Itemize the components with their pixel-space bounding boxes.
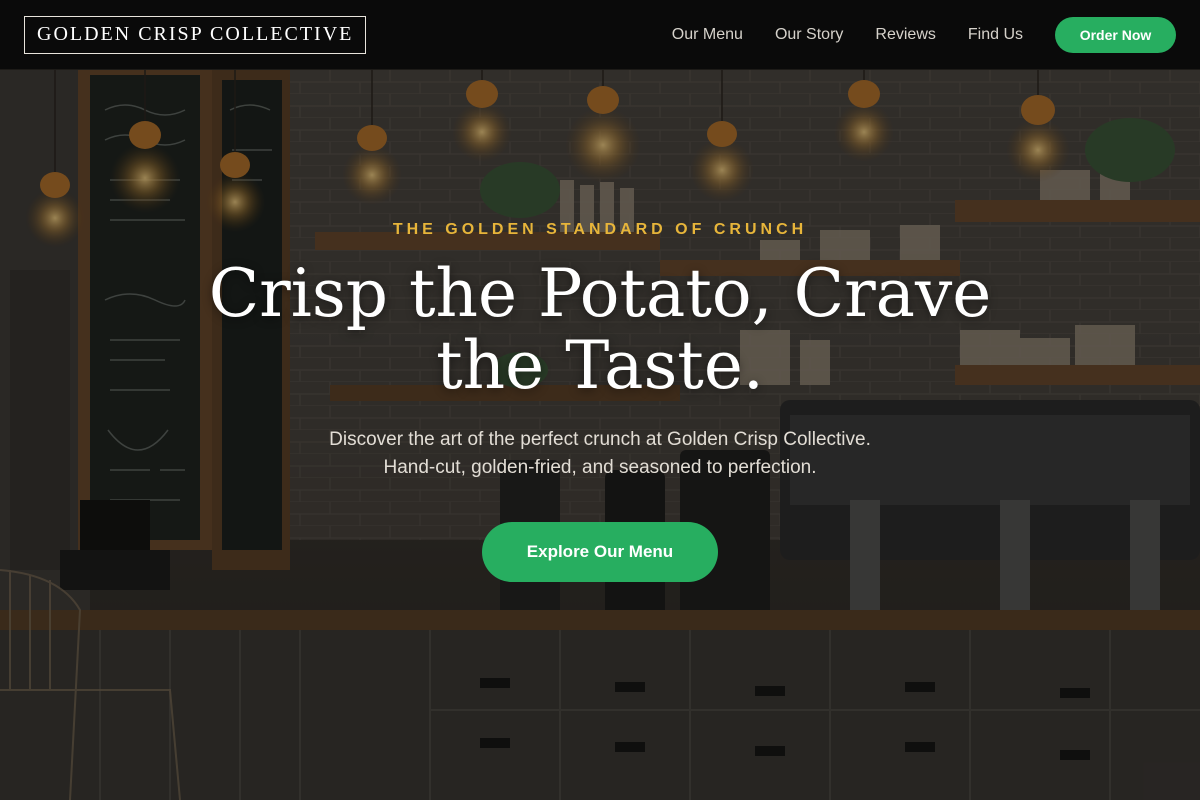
- hero-eyebrow: THE GOLDEN STANDARD OF CRUNCH: [392, 221, 808, 238]
- explore-menu-button[interactable]: Explore Our Menu: [482, 522, 718, 582]
- hero-subtitle-line-2: Hand-cut, golden-fried, and seasoned to …: [383, 457, 817, 478]
- hero-subtitle: Discover the art of the perfect crunch a…: [200, 426, 1000, 482]
- main-nav: Our Menu Our Story Reviews Find Us Order…: [640, 16, 1176, 53]
- brand-logo[interactable]: GOLDEN CRISP COLLECTIVE: [24, 15, 367, 54]
- nav-link-find-us[interactable]: Find Us: [968, 26, 1023, 44]
- hero-title: Crisp the Potato, Crave the Taste.: [150, 258, 1050, 402]
- nav-link-our-story[interactable]: Our Story: [775, 26, 843, 44]
- hero-title-line-2: the Taste.: [436, 327, 764, 404]
- hero-subtitle-line-1: Discover the art of the perfect crunch a…: [329, 429, 871, 450]
- hero-section: THE GOLDEN STANDARD OF CRUNCH Crisp the …: [0, 70, 1200, 800]
- hero-title-line-1: Crisp the Potato, Crave: [208, 255, 992, 332]
- order-now-button[interactable]: Order Now: [1055, 16, 1176, 53]
- nav-link-reviews[interactable]: Reviews: [875, 26, 935, 44]
- site-header: GOLDEN CRISP COLLECTIVE Our Menu Our Sto…: [0, 0, 1200, 70]
- nav-link-our-menu[interactable]: Our Menu: [672, 26, 743, 44]
